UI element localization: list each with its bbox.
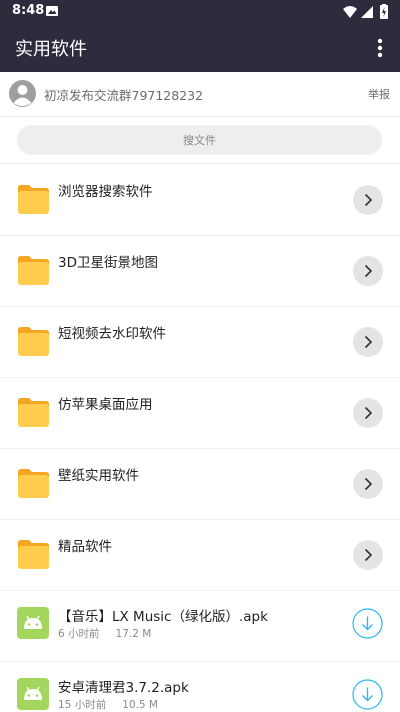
search-input[interactable] [17, 125, 382, 155]
folder-label: 3D卫星街景地图 [58, 255, 158, 271]
folder-icon [18, 540, 49, 569]
battery-icon [380, 4, 388, 19]
folder-label: 精品软件 [58, 539, 112, 555]
wifi-icon [343, 6, 357, 18]
folder-label: 短视频去水印软件 [58, 326, 166, 342]
status-bar: 8:48 [0, 0, 400, 24]
owner-row: 初凉发布交流群797128232 举报 [0, 72, 400, 117]
page-title: 实用软件 [15, 39, 87, 60]
open-folder-button[interactable] [353, 256, 383, 286]
file-meta: 6 小时前 17.2 M [58, 626, 151, 641]
open-folder-button[interactable] [353, 469, 383, 499]
chevron-right-icon [364, 406, 373, 420]
status-icons [343, 4, 388, 19]
folder-row[interactable]: 精品软件 [0, 519, 400, 591]
file-time: 15 小时前 [58, 699, 107, 711]
download-icon[interactable] [352, 679, 383, 710]
gallery-notification-icon [46, 6, 58, 16]
folder-icon [18, 256, 49, 285]
folder-row[interactable]: 短视频去水印软件 [0, 306, 400, 378]
folder-label: 仿苹果桌面应用 [58, 397, 153, 413]
chevron-right-icon [364, 193, 373, 207]
open-folder-button[interactable] [353, 327, 383, 357]
app-bar: 实用软件 [0, 24, 400, 72]
cellular-signal-icon [361, 6, 373, 18]
file-meta: 15 小时前 10.5 M [58, 697, 158, 712]
avatar[interactable] [9, 80, 36, 107]
folder-row[interactable]: 浏览器搜索软件 [0, 164, 400, 236]
file-size: 10.5 M [122, 699, 158, 711]
folder-icon [18, 185, 49, 214]
file-row[interactable]: 安卓清理君3.7.2.apk 15 小时前 10.5 M [0, 661, 400, 711]
folder-icon [18, 398, 49, 427]
chevron-right-icon [364, 477, 373, 491]
status-time: 8:48 [12, 3, 45, 18]
file-name: 安卓清理君3.7.2.apk [58, 680, 189, 696]
folder-icon [18, 327, 49, 356]
chevron-right-icon [364, 264, 373, 278]
open-folder-button[interactable] [353, 398, 383, 428]
search-bar [0, 117, 400, 164]
folder-label: 浏览器搜索软件 [58, 184, 153, 200]
download-icon[interactable] [352, 608, 383, 639]
open-folder-button[interactable] [353, 185, 383, 215]
file-name: 【音乐】LX Music（绿化版）.apk [58, 609, 268, 625]
android-apk-icon [17, 678, 49, 710]
folder-icon [18, 469, 49, 498]
android-apk-icon [17, 607, 49, 639]
report-link[interactable]: 举报 [368, 86, 390, 102]
open-folder-button[interactable] [353, 540, 383, 570]
file-time: 6 小时前 [58, 628, 100, 640]
chevron-right-icon [364, 548, 373, 562]
more-vert-icon[interactable] [370, 36, 390, 60]
file-row[interactable]: 【音乐】LX Music（绿化版）.apk 6 小时前 17.2 M [0, 590, 400, 662]
folder-label: 壁纸实用软件 [58, 468, 139, 484]
file-size: 17.2 M [115, 628, 152, 640]
owner-name[interactable]: 初凉发布交流群797128232 [44, 85, 203, 104]
folder-row[interactable]: 3D卫星街景地图 [0, 235, 400, 307]
folder-row[interactable]: 壁纸实用软件 [0, 448, 400, 520]
folder-row[interactable]: 仿苹果桌面应用 [0, 377, 400, 449]
chevron-right-icon [364, 335, 373, 349]
